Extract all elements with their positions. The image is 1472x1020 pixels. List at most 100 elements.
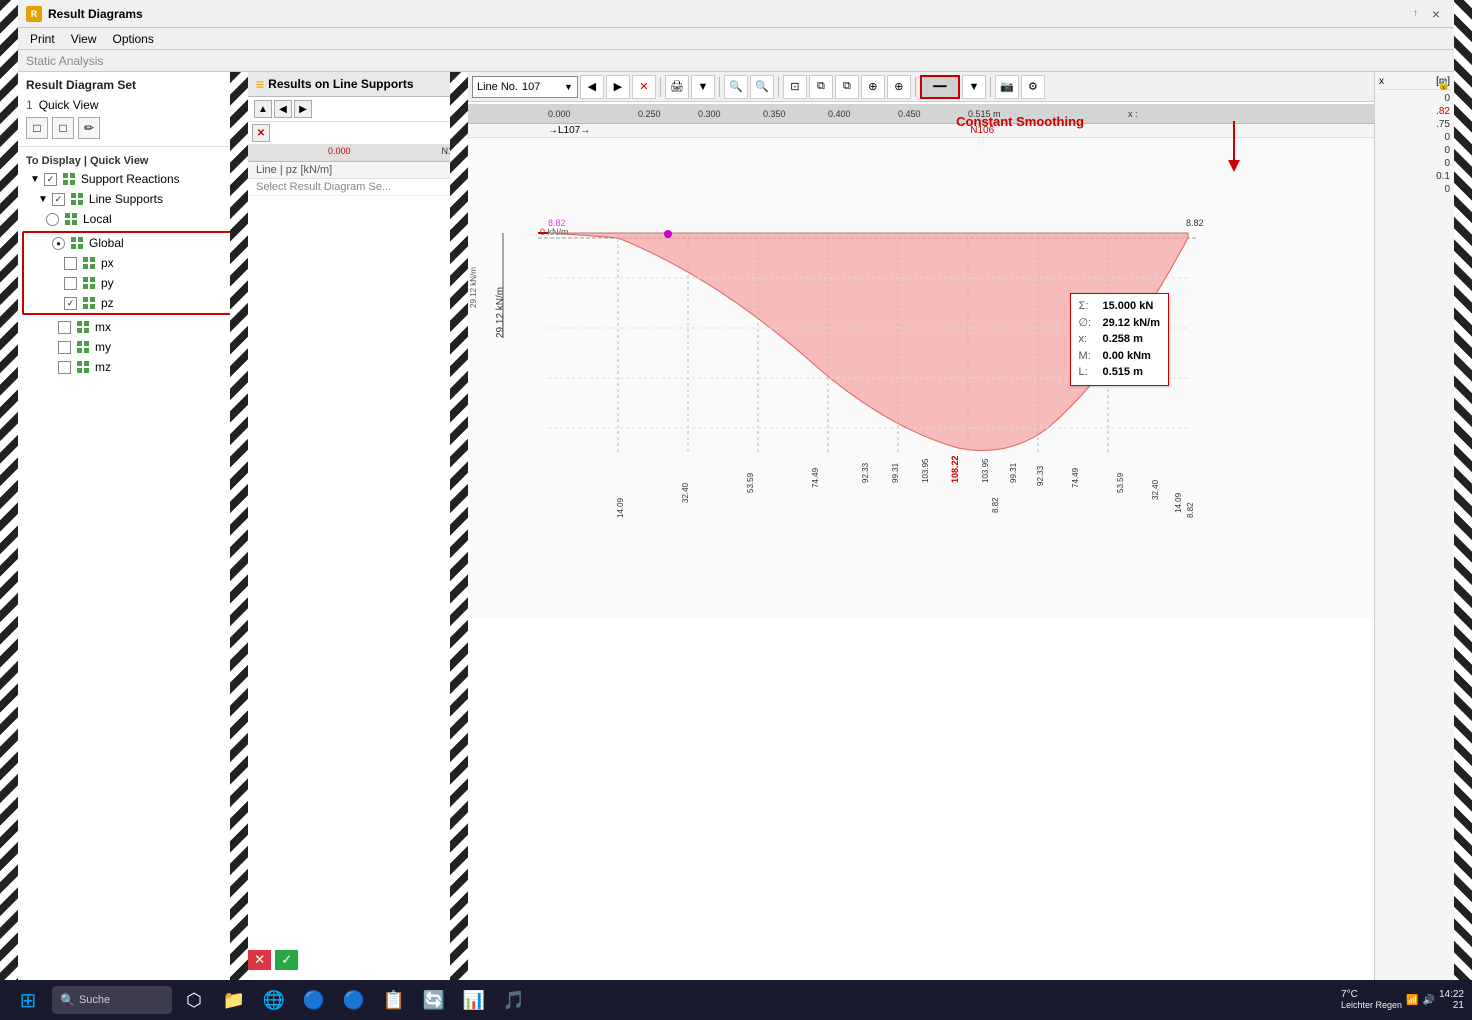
- nav-up-btn[interactable]: ▲: [254, 100, 272, 118]
- quick-view-label: Quick View: [39, 98, 99, 112]
- tree-item-support-reactions[interactable]: ▼ Support Reactions: [26, 169, 247, 189]
- window-arrows: ↑: [1413, 8, 1418, 19]
- taskbar-right: 7°C Leichter Regen 📶 🔊 14:22 21: [1341, 989, 1464, 1011]
- taskbar-app-1[interactable]: ⬡: [176, 982, 212, 1018]
- taskbar-app-5[interactable]: 🔵: [336, 982, 372, 1018]
- checkbox-mz[interactable]: [58, 361, 71, 374]
- smoothing-dropdown-btn[interactable]: ▼: [962, 75, 986, 99]
- plus2-btn[interactable]: ⊕: [887, 75, 911, 99]
- tree-item-mx[interactable]: mx: [54, 317, 247, 337]
- zoom-in-btn[interactable]: 🔍: [750, 75, 774, 99]
- toolbar-sep-5: [990, 77, 991, 97]
- checkbox-support-reactions[interactable]: [44, 173, 57, 186]
- middle-panel-title: Results on Line Supports: [268, 77, 413, 91]
- tree-item-pz[interactable]: pz: [60, 293, 241, 313]
- nav-prev-btn[interactable]: ◀: [580, 75, 604, 99]
- taskbar-sound-icon: 🔊: [1423, 995, 1435, 1006]
- checkbox-px[interactable]: [64, 257, 77, 270]
- rv-row-5: 0: [1379, 157, 1450, 170]
- checkbox-line-supports[interactable]: [52, 193, 65, 206]
- zigzag-border-left: [0, 0, 18, 1020]
- svg-text:0.350: 0.350: [763, 109, 786, 119]
- checkbox-mx[interactable]: [58, 321, 71, 334]
- label-mx: mx: [95, 320, 111, 334]
- grid-icon-global: [69, 235, 85, 251]
- smoothing-btn[interactable]: ━━: [920, 75, 960, 99]
- close-button[interactable]: ×: [1426, 4, 1446, 24]
- zoom-out-btn[interactable]: 🔍: [724, 75, 748, 99]
- nav-right-btn[interactable]: ▶: [294, 100, 312, 118]
- quick-view-toolbar: □ □ ✏: [18, 114, 247, 142]
- taskbar-app-6[interactable]: 📋: [376, 982, 412, 1018]
- tooltip-x-label: x:: [1079, 331, 1099, 348]
- camera-btn[interactable]: 📷: [995, 75, 1019, 99]
- svg-text:8.82: 8.82: [1186, 218, 1204, 228]
- tree-item-mz[interactable]: mz: [54, 357, 247, 377]
- start-button[interactable]: ⊞: [8, 982, 48, 1018]
- rv-row-1: .82: [1379, 105, 1450, 118]
- taskbar-app-3[interactable]: 🌐: [256, 982, 292, 1018]
- copy2-btn[interactable]: ⧉: [835, 75, 859, 99]
- label-global: Global: [89, 236, 124, 250]
- svg-text:29.12 kN/m: 29.12 kN/m: [469, 267, 478, 308]
- delete-btn[interactable]: ✕: [248, 950, 271, 970]
- tree-item-global[interactable]: Global: [48, 233, 241, 253]
- tree-item-my[interactable]: my: [54, 337, 247, 357]
- svg-text:14.09: 14.09: [616, 497, 625, 518]
- svg-text:99.31: 99.31: [891, 462, 900, 483]
- toolbar-new-btn[interactable]: □: [26, 117, 48, 139]
- radio-local[interactable]: [46, 213, 59, 226]
- line-no-input[interactable]: [522, 81, 562, 93]
- svg-text:8.82: 8.82: [1186, 502, 1195, 518]
- nav-next-btn[interactable]: ▶: [606, 75, 630, 99]
- copy-btn[interactable]: ⧉: [809, 75, 833, 99]
- rv-row-7: 0: [1379, 183, 1450, 196]
- radio-global[interactable]: [52, 237, 65, 250]
- label-py: py: [101, 276, 114, 290]
- settings-btn[interactable]: ⚙: [1021, 75, 1045, 99]
- rv-row-6: 0.1: [1379, 170, 1450, 183]
- taskbar-clock: 14:22 21: [1439, 989, 1464, 1011]
- grid-icon-line-supports: [69, 191, 85, 207]
- checkbox-pz[interactable]: [64, 297, 77, 310]
- plus-btn[interactable]: ⊕: [861, 75, 885, 99]
- print-btn[interactable]: 🖨: [665, 75, 689, 99]
- svg-text:53.59: 53.59: [1116, 472, 1125, 493]
- checkbox-py[interactable]: [64, 277, 77, 290]
- tree-item-local[interactable]: Local: [42, 209, 247, 229]
- label-line-supports: Line Supports: [89, 192, 163, 206]
- menu-view[interactable]: View: [63, 30, 105, 48]
- taskbar-app-4[interactable]: 🔵: [296, 982, 332, 1018]
- svg-text:103.95: 103.95: [921, 458, 930, 483]
- cancel-btn[interactable]: ✕: [632, 75, 656, 99]
- confirm-btn[interactable]: ✓: [275, 950, 298, 970]
- taskbar-app-7[interactable]: 🔄: [416, 982, 452, 1018]
- tooltip-m-value: 0.00 kNm: [1103, 348, 1151, 365]
- checkbox-my[interactable]: [58, 341, 71, 354]
- tree-item-py[interactable]: py: [60, 273, 241, 293]
- svg-text:92.33: 92.33: [861, 462, 870, 483]
- close-x-btn[interactable]: ✕: [252, 124, 270, 142]
- tooltip-sum-label: Σ:: [1079, 298, 1099, 315]
- zigzag-separator-left: [230, 72, 248, 980]
- taskbar-app-9[interactable]: 🎵: [496, 982, 532, 1018]
- menu-print[interactable]: Print: [22, 30, 63, 48]
- tree-item-px[interactable]: px: [60, 253, 241, 273]
- search-bar[interactable]: 🔍 Suche: [52, 986, 172, 1014]
- tooltip-avg-label: ∅:: [1079, 315, 1099, 332]
- lock-icon: 🔒: [1438, 80, 1450, 91]
- nav-controls: ▲ ◀ ▶: [248, 97, 467, 122]
- taskbar-app-2[interactable]: 📁: [216, 982, 252, 1018]
- quick-view-row: 1 Quick View: [18, 96, 247, 114]
- frame-btn[interactable]: ⊡: [783, 75, 807, 99]
- tooltip-l-value: 0.515 m: [1103, 364, 1143, 381]
- svg-text:x :: x :: [1128, 109, 1138, 119]
- print-dropdown-btn[interactable]: ▼: [691, 75, 715, 99]
- toolbar-copy-btn[interactable]: □: [52, 117, 74, 139]
- toolbar-edit-btn[interactable]: ✏: [78, 117, 100, 139]
- tree-item-line-supports[interactable]: ▼ Line Supports: [34, 189, 247, 209]
- nav-left-btn[interactable]: ◀: [274, 100, 292, 118]
- menu-options[interactable]: Options: [104, 30, 161, 48]
- window-title: Result Diagrams: [48, 7, 1413, 21]
- taskbar-app-8[interactable]: 📊: [456, 982, 492, 1018]
